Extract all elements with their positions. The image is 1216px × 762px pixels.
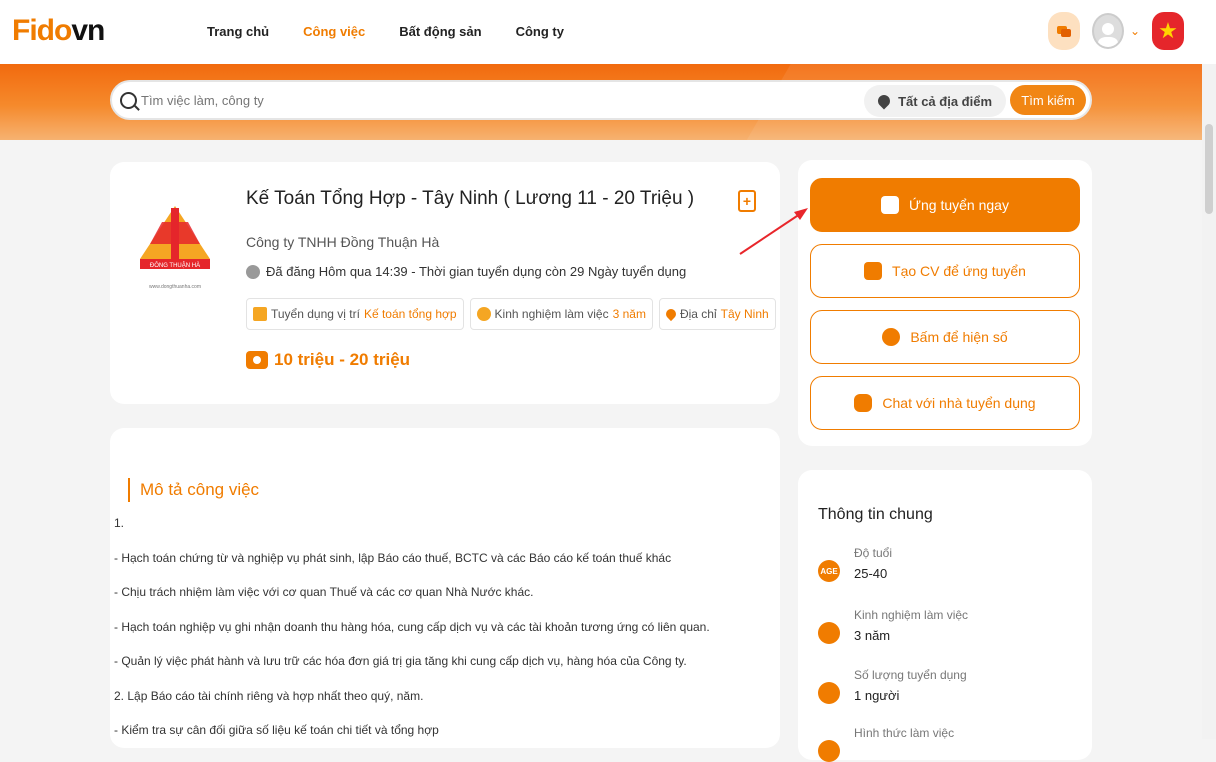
page-scrollbar[interactable] [1202, 64, 1216, 739]
tag-value: Tây Ninh [720, 307, 769, 321]
chat-icon [854, 394, 873, 412]
info-label: Độ tuổi [854, 546, 893, 560]
company-logo-url: www.dongthuanha.com [149, 284, 201, 290]
tag-label: Kinh nghiệm làm việc [494, 307, 609, 321]
description-line: - Chịu trách nhiệm làm việc với cơ quan … [114, 585, 534, 599]
show-phone-label: Bấm để hiện số [910, 329, 1008, 345]
create-cv-button[interactable]: Tạo CV để ứng tuyển [810, 244, 1080, 298]
messages-icon[interactable] [1047, 12, 1080, 50]
apply-now-label: Ứng tuyển ngay [909, 197, 1009, 213]
user-avatar[interactable] [1091, 13, 1124, 49]
briefcase-icon [253, 307, 267, 321]
info-label: Số lượng tuyển dụng [854, 668, 967, 682]
create-cv-label: Tạo CV để ứng tuyển [892, 263, 1026, 279]
job-tags: Tuyển dụng vị trí Kế toán tổng hợp Kinh n… [246, 298, 776, 330]
bookmark-icon[interactable]: + [738, 190, 756, 212]
document-icon [881, 196, 900, 214]
tag-value: Kế toán tổng hợp [363, 307, 457, 321]
job-summary-card: ĐÔNG THUẬN HÀ www.dongthuanha.com Kế Toá… [110, 162, 780, 404]
general-info-card: Thông tin chung AGE Độ tuổi 25-40 Kinh ng… [798, 470, 1092, 762]
tag-label: Tuyển dụng vị trí [271, 307, 360, 321]
location-label: Tất cả địa điểm [898, 93, 992, 109]
description-line: 1. [114, 516, 125, 530]
location-pin-icon [875, 92, 893, 110]
tag-location: Địa chỉ Tây Ninh [658, 298, 776, 330]
clock-icon [246, 264, 260, 279]
vietnam-flag-icon[interactable]: ★ [1152, 12, 1184, 50]
description-line: 2. Lập Báo cáo tài chính riêng và hợp nh… [114, 688, 424, 703]
info-row-headcount: Số lượng tuyển dụng 1 người [818, 668, 967, 704]
pencil-icon [864, 262, 883, 280]
job-description-card: Mô tả công việc 1. - Hạch toán chứng từ … [110, 428, 780, 748]
info-label: Kinh nghiệm làm việc [854, 608, 969, 622]
header-actions: ⌄ ★ [1047, 12, 1184, 50]
location-pin-icon [663, 306, 679, 322]
clock-icon [818, 740, 840, 762]
search-bar: Tất cả địa điểm Tìm kiếm [110, 80, 1092, 120]
search-icon [120, 91, 137, 109]
salary-text: 10 triệu - 20 triệu [274, 350, 411, 369]
search-input[interactable] [141, 92, 741, 108]
posted-text: Đã đăng Hôm qua 14:39 - Thời gian tuyển … [266, 264, 687, 279]
info-row-age: AGE Độ tuổi 25-40 [818, 546, 892, 582]
company-logo-text: ĐÔNG THUẬN HÀ [150, 262, 200, 269]
job-title: Kế Toán Tổng Hợp - Tây Ninh ( Lương 11 -… [246, 188, 695, 209]
apply-actions-card: Ứng tuyển ngay Tạo CV để ứng tuyển Bấm đ… [798, 160, 1092, 446]
info-label: Hình thức làm việc [854, 726, 955, 740]
show-phone-button[interactable]: Bấm để hiện số [810, 310, 1080, 364]
salary: 10 triệu - 20 triệu [246, 350, 410, 370]
tag-value: 3 năm [612, 307, 646, 321]
chat-employer-button[interactable]: Chat với nhà tuyển dụng [810, 376, 1080, 430]
chevron-down-icon[interactable]: ⌄ [1130, 24, 1140, 38]
company-logo: ĐÔNG THUẬN HÀ www.dongthuanha.com [140, 206, 210, 290]
search-banner: Tất cả địa điểm Tìm kiếm [0, 64, 1216, 140]
nav-companies[interactable]: Công ty [516, 24, 564, 39]
nav-real-estate[interactable]: Bất động sản [399, 24, 481, 39]
info-value: 1 người [854, 688, 900, 703]
nav-jobs[interactable]: Công việc [303, 24, 365, 39]
top-navigation-bar: Fidovn Trang chủ Công việc Bất động sản … [0, 0, 1216, 64]
money-icon [246, 351, 268, 369]
people-icon [818, 682, 840, 704]
scrollbar-thumb[interactable] [1205, 124, 1213, 214]
phone-icon [882, 328, 901, 346]
info-value: 25-40 [854, 566, 888, 581]
tag-position: Tuyển dụng vị trí Kế toán tổng hợp [246, 298, 464, 330]
description-line: - Kiểm tra sự cân đối giữa số liệu kế to… [114, 723, 439, 737]
tag-experience: Kinh nghiệm làm việc 3 năm [469, 298, 653, 330]
logo-suffix: vn [71, 14, 105, 47]
logo-text: Fido [12, 14, 72, 47]
general-info-heading: Thông tin chung [818, 506, 933, 523]
search-button[interactable]: Tìm kiếm [1010, 85, 1086, 115]
description-line: - Quản lý việc phát hành và lưu trữ các … [114, 654, 687, 668]
tag-label: Địa chỉ [679, 307, 717, 321]
medal-icon [476, 307, 491, 321]
posted-info: Đã đăng Hôm qua 14:39 - Thời gian tuyển … [246, 264, 686, 279]
description-line: - Hạch toán nghiệp vụ ghi nhận doanh thu… [114, 619, 710, 634]
description-body: 1. - Hạch toán chứng từ và nghiệp vụ phá… [114, 514, 710, 756]
chat-label: Chat với nhà tuyển dụng [882, 395, 1036, 411]
info-value: 3 năm [854, 628, 891, 643]
apply-now-button[interactable]: Ứng tuyển ngay [810, 178, 1080, 232]
nav-home[interactable]: Trang chủ [207, 24, 269, 39]
company-name[interactable]: Công ty TNHH Đồng Thuận Hà [246, 234, 439, 250]
main-nav: Trang chủ Công việc Bất động sản Công ty [207, 24, 564, 39]
description-line: - Hạch toán chứng từ và nghiệp vụ phát s… [114, 550, 672, 565]
age-icon: AGE [818, 560, 840, 582]
info-row-experience: Kinh nghiệm làm việc 3 năm [818, 608, 968, 644]
info-row-work-type: Hình thức làm việc [818, 726, 954, 762]
shield-icon [818, 622, 840, 644]
description-heading: Mô tả công việc [128, 478, 259, 502]
fidovn-logo[interactable]: Fidovn [12, 14, 105, 48]
location-selector[interactable]: Tất cả địa điểm [864, 85, 1006, 117]
